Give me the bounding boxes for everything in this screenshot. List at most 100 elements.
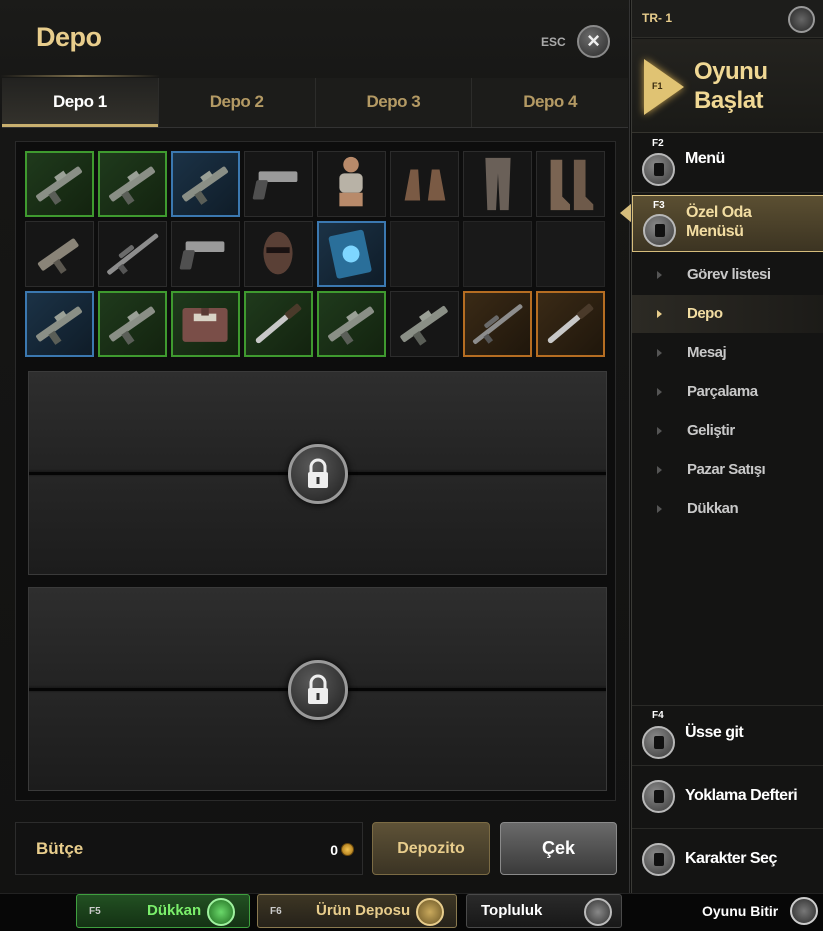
budget-box: Bütçe 0 — [15, 822, 363, 875]
inventory-slot[interactable] — [536, 291, 605, 357]
arrow-icon — [657, 310, 662, 318]
submenu-item-depo[interactable]: Depo — [632, 295, 823, 333]
submenu-item-gelistir[interactable]: Geliştir — [632, 412, 823, 450]
tab-depo-3[interactable]: Depo 3 — [316, 78, 473, 127]
submenu-item-gorev-listesi[interactable]: Görev listesi — [632, 256, 823, 294]
storage-window: Depo ESC × Depo 1 Depo 2 Depo 3 Depo 4 B… — [0, 0, 630, 893]
base-icon — [642, 726, 675, 759]
inventory-slot[interactable] — [25, 221, 94, 287]
sniper-rifle-icon — [99, 222, 166, 286]
rifle-icon — [391, 292, 458, 356]
hotkey-label: F1 — [652, 81, 663, 91]
inventory-slot[interactable] — [25, 291, 94, 357]
knife-icon — [538, 293, 603, 355]
shop-icon — [207, 898, 235, 926]
pants-icon — [464, 152, 531, 216]
attendance-label: Yoklama Defteri — [685, 787, 798, 804]
hotkey-label: F4 — [652, 710, 664, 721]
character-select-button[interactable]: Karakter Seç — [632, 831, 823, 892]
submenu-item-pazar-satisi[interactable]: Pazar Satışı — [632, 451, 823, 489]
lock-icon[interactable] — [288, 444, 348, 504]
room-menu-icon — [643, 214, 676, 247]
base-label: Üsse git — [685, 724, 744, 741]
submenu-item-mesaj[interactable]: Mesaj — [632, 334, 823, 372]
quit-label: Oyunu Bitir — [702, 903, 779, 919]
rifle-icon — [173, 153, 238, 215]
deposit-button[interactable]: Depozito — [372, 822, 490, 875]
rifle-icon — [319, 293, 384, 355]
lock-icon[interactable] — [288, 660, 348, 720]
rifle-icon — [100, 153, 165, 215]
submenu-item-dukkan[interactable]: Dükkan — [632, 490, 823, 528]
go-to-base-button[interactable]: F4 Üsse git — [632, 705, 823, 766]
inventory-slot[interactable] — [317, 291, 386, 357]
inventory-slot[interactable] — [390, 151, 459, 217]
bottom-bar: F5 Dükkan F6 Ürün Deposu Topluluk Oyunu … — [0, 893, 823, 931]
sidebar: TR- 1 F1 Oyunu Başlat F2 Menü F3 Özel Od… — [631, 0, 823, 893]
arrow-icon — [657, 388, 662, 396]
mask-icon — [245, 222, 312, 286]
coin-icon — [341, 843, 354, 856]
character-label: Karakter Seç — [685, 850, 777, 867]
empty-inventory-slot[interactable] — [390, 221, 459, 287]
shop-button[interactable]: F5 Dükkan — [76, 894, 250, 928]
menu-label: Menü — [685, 150, 725, 167]
withdraw-button[interactable]: Çek — [500, 822, 617, 875]
tab-depo-1[interactable]: Depo 1 — [2, 78, 159, 127]
hotkey-label: F2 — [652, 138, 664, 149]
inventory-slot[interactable] — [390, 291, 459, 357]
quit-game-button[interactable]: Oyunu Bitir — [640, 894, 820, 928]
arrow-icon — [657, 271, 662, 279]
menu-icon — [642, 153, 675, 186]
inventory-slot[interactable] — [463, 151, 532, 217]
hotkey-label: F5 — [89, 906, 101, 917]
start-game-label: Oyunu Başlat — [694, 58, 768, 114]
inventory-slot[interactable] — [317, 221, 386, 287]
server-refresh-icon[interactable] — [788, 6, 815, 33]
inventory-slot[interactable] — [536, 151, 605, 217]
storage-icon — [416, 898, 444, 926]
character-icon — [642, 843, 675, 876]
hotkey-label: F6 — [270, 906, 282, 917]
inventory-slot[interactable] — [98, 291, 167, 357]
inventory-slot[interactable] — [171, 221, 240, 287]
inventory-slot[interactable] — [171, 151, 240, 217]
community-icon — [584, 898, 612, 926]
inventory-slot[interactable] — [244, 221, 313, 287]
close-icon[interactable]: × — [577, 25, 610, 58]
window-title: Depo — [36, 22, 102, 52]
start-game-button[interactable]: F1 Oyunu Başlat — [632, 39, 823, 133]
menu-button[interactable]: F2 Menü — [632, 134, 823, 193]
attendance-button[interactable]: Yoklama Defteri — [632, 768, 823, 829]
inventory-grid — [25, 151, 605, 357]
rifle-icon — [100, 293, 165, 355]
esc-hint: ESC — [541, 35, 566, 49]
inventory-slot[interactable] — [463, 291, 532, 357]
room-menu-label: Özel Oda Menüsü — [686, 204, 752, 240]
inventory-slot[interactable] — [244, 151, 313, 217]
empty-inventory-slot[interactable] — [463, 221, 532, 287]
pistol-icon — [172, 222, 239, 286]
empty-inventory-slot[interactable] — [536, 221, 605, 287]
storage-tabs: Depo 1 Depo 2 Depo 3 Depo 4 — [2, 78, 628, 128]
server-selector[interactable]: TR- 1 — [632, 0, 823, 38]
inventory-slot[interactable] — [317, 151, 386, 217]
medkit-icon — [173, 293, 238, 355]
tab-depo-4[interactable]: Depo 4 — [472, 78, 628, 127]
gloves-icon — [391, 152, 458, 216]
item-storage-button[interactable]: F6 Ürün Deposu — [257, 894, 457, 928]
inventory-slot[interactable] — [98, 151, 167, 217]
room-menu-button[interactable]: F3 Özel Oda Menüsü — [632, 195, 823, 252]
inventory-slot[interactable] — [25, 151, 94, 217]
tab-depo-2[interactable]: Depo 2 — [159, 78, 316, 127]
inventory-slot[interactable] — [98, 221, 167, 287]
sniper-rifle-icon — [465, 293, 530, 355]
inventory-slot[interactable] — [244, 291, 313, 357]
inventory-slot[interactable] — [171, 291, 240, 357]
submenu-item-parcalama[interactable]: Parçalama — [632, 373, 823, 411]
top-clothing-icon — [318, 152, 385, 216]
community-button[interactable]: Topluluk — [466, 894, 622, 928]
item-storage-label: Ürün Deposu — [316, 902, 411, 919]
locked-section — [28, 587, 607, 791]
rifle-icon — [27, 153, 92, 215]
